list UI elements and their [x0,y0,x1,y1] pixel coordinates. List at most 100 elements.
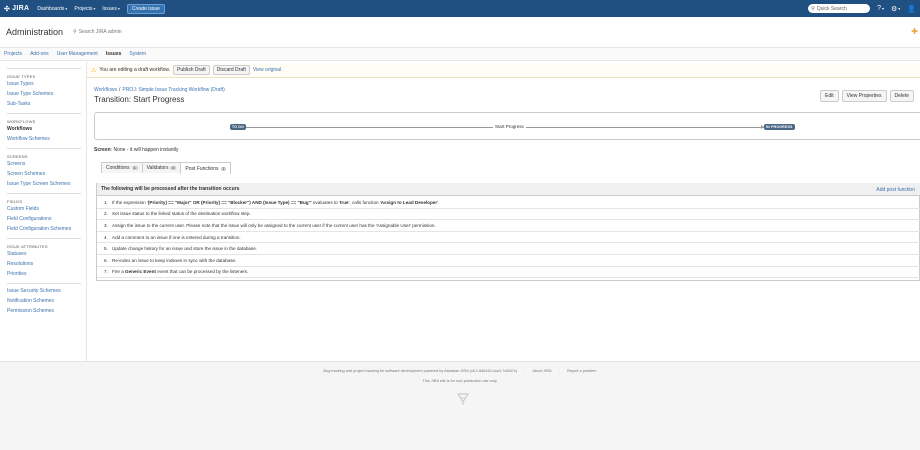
post-function-text-part: Assign to Lead Developer [380,199,438,205]
post-function-text: Re-index an issue to keep indexes in syn… [112,258,236,263]
sidebar-item-field-configuration-schemes[interactable]: Field Configuration Schemes [7,227,81,232]
from-status-lozenge: TO DO [230,124,247,130]
tab-post-functions-label: Post Functions [185,165,219,172]
post-function-text-part: Assign the issue to the current user. Pl… [112,222,436,228]
screen-value: : None - it will happen instantly [110,147,179,153]
tab-system[interactable]: System [129,51,146,57]
edit-button[interactable]: Edit [819,90,839,102]
footer-separator: · [558,369,561,373]
post-function-text-part: Re-index an issue to keep indexes in syn… [112,257,237,263]
admin-sidebar: ISSUE TYPES Issue Types Issue Type Schem… [0,62,87,361]
sidebar-item-notification-schemes[interactable]: Notification Schemes [7,299,81,304]
sidebar-heading: ISSUE TYPES [7,74,36,79]
sidebar-item-issue-type-schemes[interactable]: Issue Type Schemes [7,92,81,97]
draft-workflow-notice: ⚠ You are editing a draft workflow. Publ… [87,63,920,78]
tab-validators[interactable]: Validators 0 [141,162,182,173]
sidebar-item-workflows[interactable]: Workflows [7,127,81,132]
admin-search-input[interactable]: ⚲ Search JIRA admin [73,29,121,35]
view-original-link[interactable]: View original [253,67,281,73]
tab-post-functions[interactable]: Post Functions 7 [180,162,232,174]
sidebar-heading: WORKFLOWS [7,119,36,124]
sidebar-item-issue-security-schemes[interactable]: Issue Security Schemes [7,289,81,294]
chevron-down-icon: ▾ [898,6,901,11]
page-title: Transition: Start Progress [94,95,185,104]
footer-note: This JIRA site is for non-production use… [422,379,498,383]
breadcrumb-workflows-link[interactable]: Workflows [94,87,117,93]
tab-projects[interactable]: Projects [4,51,22,57]
transition-actions: Edit View Properties Delete [819,90,914,102]
post-function-number: 2. [104,211,108,217]
nav-right: ⚲ Quick Search ? ▾ ⚙ ▾ 👤 [808,4,916,13]
sidebar-divider [7,283,81,284]
transition-diagram: TO DO Start Progress IN PROGRESS [94,112,920,140]
post-function-text-part: true [339,199,349,205]
sidebar-item-issue-type-screen-schemes[interactable]: Issue Type Screen Schemes [7,182,81,187]
sidebar-heading: ISSUE ATTRIBUTES [7,244,48,249]
addon-puzzle-icon[interactable]: ✚ [911,27,918,36]
search-icon: ⚲ [73,29,77,35]
footer-about-link[interactable]: About JIRA [532,369,551,373]
admin-menu[interactable]: ⚙ ▾ [891,5,900,13]
sidebar-item-statuses[interactable]: Statuses [7,252,81,257]
help-menu[interactable]: ? ▾ [877,5,884,12]
admin-tabs: Projects Add-ons User Management Issues … [0,48,920,61]
chevron-down-icon: ▾ [65,6,68,11]
post-function-row: 7. Fire a Generic Event event that can be… [97,267,920,279]
post-function-number: 6. [104,257,108,263]
nav-issues-label: Issues [102,5,117,12]
sidebar-item-screens[interactable]: Screens [7,162,81,167]
footer-separator: · [524,369,526,373]
nav-projects-label: Projects [74,5,93,12]
post-function-number: 3. [104,222,108,228]
tab-add-ons[interactable]: Add-ons [30,51,49,57]
discard-draft-button[interactable]: Discard Draft [212,65,250,75]
quick-search-placeholder: Quick Search [816,5,847,12]
delete-button[interactable]: Delete [889,90,914,102]
post-functions-panel: The following will be processed after th… [96,183,920,281]
post-function-row: 3. Assign the issue to the current user. … [97,220,920,232]
breadcrumb: Workflows / PROJ: Simple Issue Tracking … [94,87,225,93]
chevron-down-icon: ▾ [117,6,120,11]
footer-report-link[interactable]: Report a problem [567,369,596,373]
tab-issues[interactable]: Issues [106,51,122,57]
view-properties-button[interactable]: View Properties [841,90,887,102]
add-post-function-link[interactable]: Add post function [876,187,915,193]
post-function-number: 1. [104,199,108,205]
sidebar-heading: FIELDS [7,199,23,204]
post-function-text-part: (Priority) == "Major" OR (Priority) == "… [147,199,311,205]
publish-draft-button[interactable]: Publish Draft [173,65,210,75]
sidebar-item-permission-schemes[interactable]: Permission Schemes [7,309,81,314]
sidebar-item-resolutions[interactable]: Resolutions [7,262,81,267]
post-function-text-part: Set issue status to the linked status of… [112,211,251,217]
nav-projects[interactable]: Projects ▾ [74,6,95,12]
footer-powered-by-link[interactable]: Bug tracking and project tracking for so… [324,369,518,373]
post-function-row: 1. If the expression '(Priority) == "Majo… [97,197,920,209]
screen-label: Screen [94,147,111,153]
breadcrumb-workflow-link[interactable]: PROJ: Simple Issue Tracking Workflow (Dr… [122,87,224,93]
screen-info: Screen: None - it will happen instantly [94,147,179,153]
tab-conditions[interactable]: Conditions 1 [101,162,143,173]
nav-issues[interactable]: Issues ▾ [102,6,119,12]
user-menu[interactable]: 👤 [907,5,916,13]
post-function-row: 2. Set issue status to the linked status … [97,209,920,221]
sidebar-item-sub-tasks[interactable]: Sub-Tasks [7,102,81,107]
sidebar-divider [7,148,81,149]
sidebar-item-priorities[interactable]: Priorities [7,272,81,277]
user-avatar-icon: 👤 [907,5,916,13]
tab-user-management[interactable]: User Management [57,51,98,57]
draft-message: You are editing a draft workflow. [99,67,171,73]
sidebar-item-workflow-schemes[interactable]: Workflow Schemes [7,137,81,142]
sidebar-item-field-configurations[interactable]: Field Configurations [7,217,81,222]
chevron-down-icon: ▾ [881,6,884,11]
sidebar-divider [7,113,81,114]
post-function-text-part: Add a comment to an issue if one is ente… [112,234,241,240]
create-issue-button[interactable]: Create issue [126,3,165,14]
quick-search-input[interactable]: ⚲ Quick Search [808,4,871,13]
nav-dashboards[interactable]: Dashboards ▾ [37,6,67,12]
sidebar-item-issue-types[interactable]: Issue Types [7,82,81,87]
admin-header: Administration ⚲ Search JIRA admin ✚ [0,17,920,48]
sidebar-item-custom-fields[interactable]: Custom Fields [7,207,81,212]
jira-logo[interactable]: ✣ JIRA [4,5,29,13]
nav-dashboards-label: Dashboards [37,5,65,12]
sidebar-item-screen-schemes[interactable]: Screen Schemes [7,172,81,177]
